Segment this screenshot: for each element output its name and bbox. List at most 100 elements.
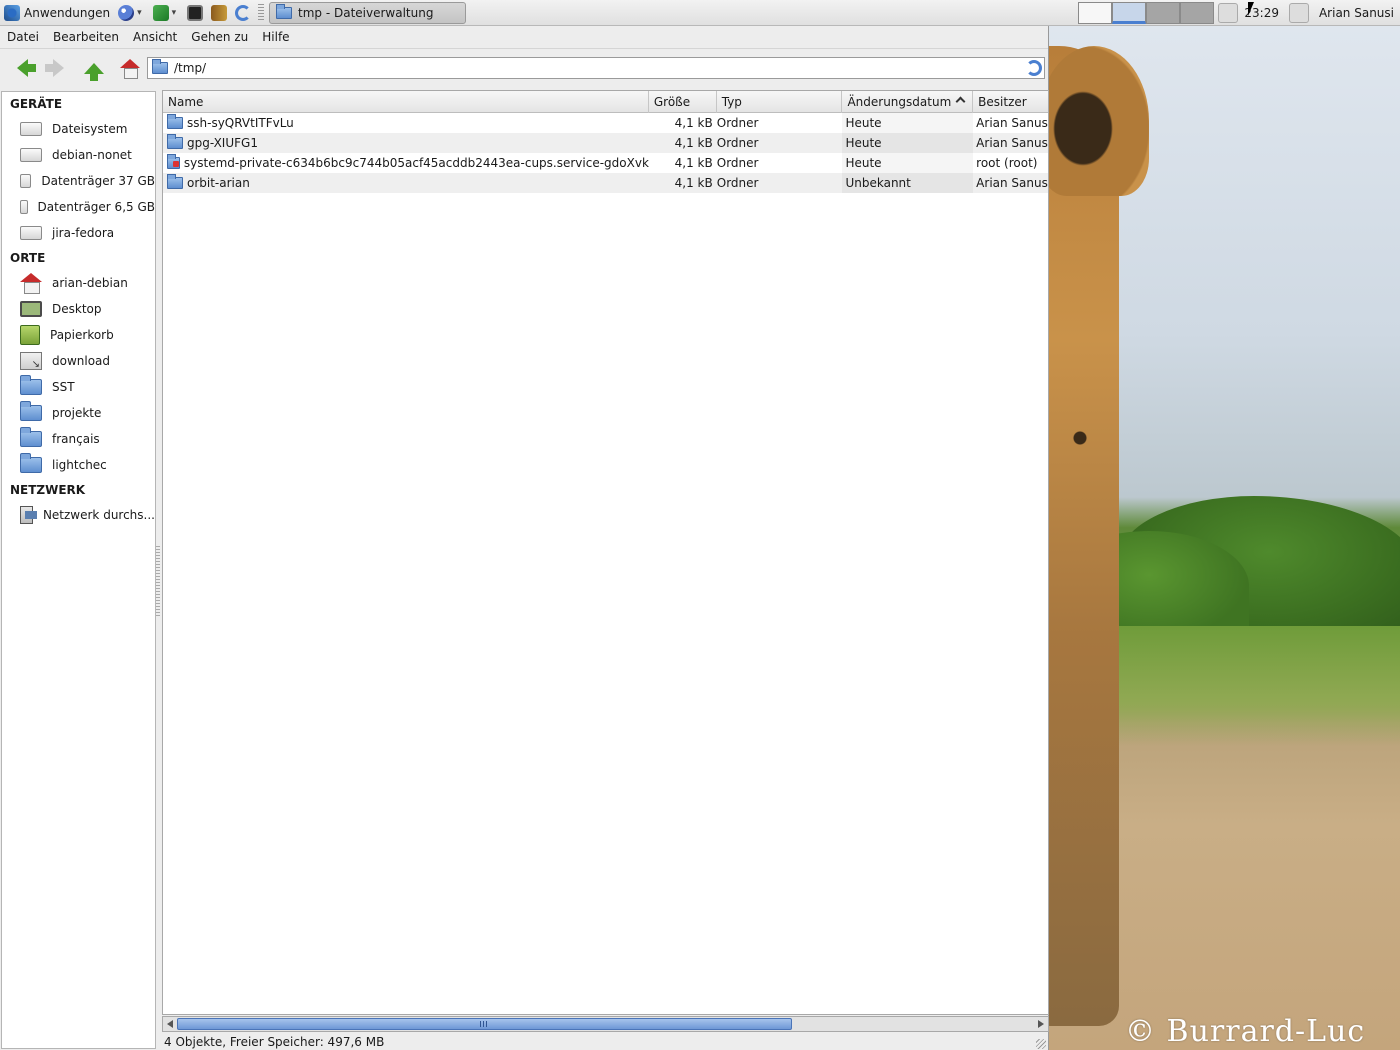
column-name[interactable]: Name [163,91,649,113]
resize-grip-icon[interactable] [1036,1039,1046,1049]
taskbar-window-button[interactable]: tmp - Dateiverwaltung [269,2,466,24]
folder-icon [167,174,183,189]
sidebar-item-download[interactable]: download [2,348,155,374]
status-bar: 4 Objekte, Freier Speicher: 497,6 MB [162,1033,1049,1050]
trash-icon [20,325,40,345]
dictionary-launcher[interactable] [207,1,231,25]
sidebar-item-label: SST [52,380,75,394]
table-row[interactable]: systemd-private-c634b6bc9c744b05acf45acd… [163,153,1048,173]
download-manager-icon [152,4,169,21]
menu-file[interactable]: Datei [0,30,46,44]
table-row[interactable]: ssh-syQRVtITFvLu 4,1 kB Ordner Heute Ari… [163,113,1048,133]
back-button[interactable] [6,53,38,83]
table-row[interactable]: orbit-arian 4,1 kB Ordner Unbekannt Aria… [163,173,1048,193]
user-name[interactable]: Arian Sanusi [1319,6,1394,20]
sidebar-item-datentraeger-6-5[interactable]: Datenträger 6,5 GB [2,194,155,220]
workspace-1[interactable] [1078,2,1113,24]
globe-icon [118,4,135,21]
home-icon [120,59,140,79]
sidebar-item-label: Dateisystem [52,122,128,136]
update-launcher[interactable] [231,1,255,25]
hard-drive-icon [20,200,28,214]
workspace-2[interactable] [1112,2,1147,24]
horizontal-scrollbar[interactable] [162,1016,1049,1032]
folder-icon [20,375,42,395]
mouse-cursor-icon [1248,2,1254,16]
column-label: Name [168,95,204,109]
reload-icon[interactable] [1026,60,1042,76]
column-label: Änderungsdatum [847,95,952,109]
cell-type: Ordner [716,176,759,190]
home-button[interactable] [114,53,146,83]
column-size[interactable]: Größe [649,91,717,113]
sidebar-item-label: Papierkorb [50,328,114,342]
download-folder-icon [20,352,42,370]
sidebar-item-datentraeger-37[interactable]: Datenträger 37 GB [2,168,155,194]
network-status-icon[interactable] [1288,3,1309,23]
grip-icon [480,1021,488,1027]
desktop-icon [20,301,42,317]
column-date[interactable]: Änderungsdatum [842,91,974,113]
chevron-down-icon[interactable]: ▾ [137,8,142,18]
wallpaper-leopard-ear [1049,46,1149,196]
file-list: Name Größe Typ Änderungsdatum Besitzer s… [162,90,1049,1015]
menu-view[interactable]: Ansicht [126,30,184,44]
menu-go[interactable]: Gehen zu [184,30,255,44]
workspace-3[interactable] [1146,2,1181,24]
sidebar-item-projekte[interactable]: projekte [2,400,155,426]
sidebar-item-jira-fedora[interactable]: jira-fedora [2,220,155,246]
cell-date: Heute [842,133,974,153]
sidebar-item-label: jira-fedora [52,226,115,240]
location-bar[interactable]: /tmp/ [147,57,1045,79]
sidebar-item-network-browse[interactable]: Netzwerk durchs... [2,502,155,528]
pane-splitter[interactable] [156,546,160,616]
cell-name: ssh-syQRVtITFvLu [163,113,649,133]
refresh-icon [235,4,252,21]
sidebar-item-label: Datenträger 6,5 GB [37,200,155,214]
menu-edit[interactable]: Bearbeiten [46,30,126,44]
sidebar-item-home[interactable]: arian-debian [2,270,155,296]
web-browser-launcher[interactable]: ▾ [114,1,149,25]
notification-icon[interactable] [1218,3,1239,23]
sidebar-item-desktop[interactable]: Desktop [2,296,155,322]
sidebar-item-debian-nonet[interactable]: debian-nonet [2,142,155,168]
sidebar-item-lightchec[interactable]: lightchec [2,452,155,478]
sidebar-item-label: debian-nonet [52,148,132,162]
terminal-launcher[interactable] [183,1,207,25]
sidebar-item-trash[interactable]: Papierkorb [2,322,155,348]
applications-menu-button[interactable]: Anwendungen [0,1,114,25]
folder-icon [20,453,42,473]
cell-size: 4,1 kB [674,136,713,150]
scrollbar-thumb[interactable] [177,1018,792,1030]
download-launcher[interactable]: ▾ [149,1,184,25]
sidebar-item-label: Desktop [52,302,102,316]
sidebar-item-dateisystem[interactable]: Dateisystem [2,116,155,142]
file-name: ssh-syQRVtITFvLu [187,116,294,130]
chevron-down-icon[interactable]: ▾ [172,8,177,18]
system-tray: 23:29 Arian Sanusi [1078,0,1400,26]
cell-owner: Arian Sanusi ( [976,176,1048,190]
menu-help[interactable]: Hilfe [255,30,296,44]
folder-icon [152,59,168,74]
cell-size: 4,1 kB [674,176,713,190]
cell-size: 4,1 kB [674,116,713,130]
sidebar-item-label: Netzwerk durchs... [42,508,155,522]
table-row[interactable]: gpg-XIUFG1 4,1 kB Ordner Heute Arian San… [163,133,1048,153]
sidebar-item-sst[interactable]: SST [2,374,155,400]
cell-type: Ordner [716,136,759,150]
hard-drive-icon [20,122,42,136]
column-type[interactable]: Typ [717,91,843,113]
sidebar-item-francais[interactable]: français [2,426,155,452]
location-path[interactable]: /tmp/ [174,61,206,75]
scroll-left-icon[interactable] [167,1020,173,1028]
sidebar-item-label: download [52,354,111,368]
forward-button[interactable] [42,53,74,83]
file-name: gpg-XIUFG1 [187,136,258,150]
locked-folder-icon [167,154,180,169]
up-button[interactable] [78,53,110,83]
workspace-4[interactable] [1180,2,1215,24]
applications-menu-label: Anwendungen [24,5,111,20]
cell-date: Unbekannt [842,173,974,193]
scroll-right-icon[interactable] [1038,1020,1044,1028]
column-owner[interactable]: Besitzer [973,91,1048,113]
